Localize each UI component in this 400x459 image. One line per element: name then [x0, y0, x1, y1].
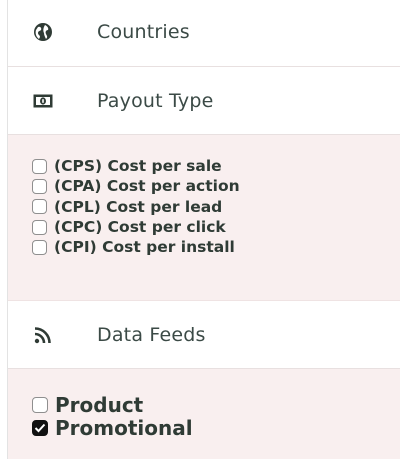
payout-type-header[interactable]: Payout Type — [8, 67, 400, 135]
payout-option-label: (CPL) Cost per lead — [54, 197, 223, 216]
data-feeds-header[interactable]: Data Feeds — [8, 301, 400, 369]
payout-checkbox-cpa[interactable] — [32, 178, 47, 194]
data-feed-option-label: Promotional — [55, 415, 193, 440]
data-feeds-label: Data Feeds — [97, 324, 206, 346]
countries-label: Countries — [97, 21, 190, 43]
data-feeds-options: Product Promotional — [8, 369, 400, 459]
globe-icon — [32, 21, 54, 43]
data-feed-option-product[interactable]: Product — [32, 392, 400, 417]
data-feed-option-promotional[interactable]: Promotional — [32, 415, 400, 440]
payout-option-cps[interactable]: (CPS) Cost per sale — [32, 156, 400, 176]
payout-option-label: (CPC) Cost per click — [54, 218, 226, 237]
payout-type-label: Payout Type — [97, 90, 214, 112]
payout-option-cpl[interactable]: (CPL) Cost per lead — [32, 197, 400, 217]
payout-option-cpa[interactable]: (CPA) Cost per action — [32, 176, 400, 196]
payout-option-label: (CPA) Cost per action — [54, 177, 240, 196]
money-bill-icon — [32, 90, 54, 112]
payout-checkbox-cpl[interactable] — [32, 199, 47, 215]
checkmark-icon — [34, 423, 46, 432]
data-feed-checkbox-product[interactable] — [32, 396, 48, 413]
payout-option-cpc[interactable]: (CPC) Cost per click — [32, 217, 400, 237]
data-feed-checkbox-promotional[interactable] — [32, 419, 48, 436]
rss-icon — [32, 324, 54, 346]
payout-type-options: (CPS) Cost per sale (CPA) Cost per actio… — [8, 135, 400, 301]
payout-checkbox-cpi[interactable] — [32, 239, 47, 255]
payout-option-label: (CPS) Cost per sale — [54, 157, 222, 176]
countries-header[interactable]: Countries — [8, 0, 400, 67]
payout-checkbox-cpc[interactable] — [32, 219, 47, 235]
data-feed-option-label: Product — [55, 392, 144, 417]
payout-checkbox-cps[interactable] — [32, 158, 47, 174]
payout-option-label: (CPI) Cost per install — [54, 238, 235, 257]
payout-option-cpi[interactable]: (CPI) Cost per install — [32, 237, 400, 257]
